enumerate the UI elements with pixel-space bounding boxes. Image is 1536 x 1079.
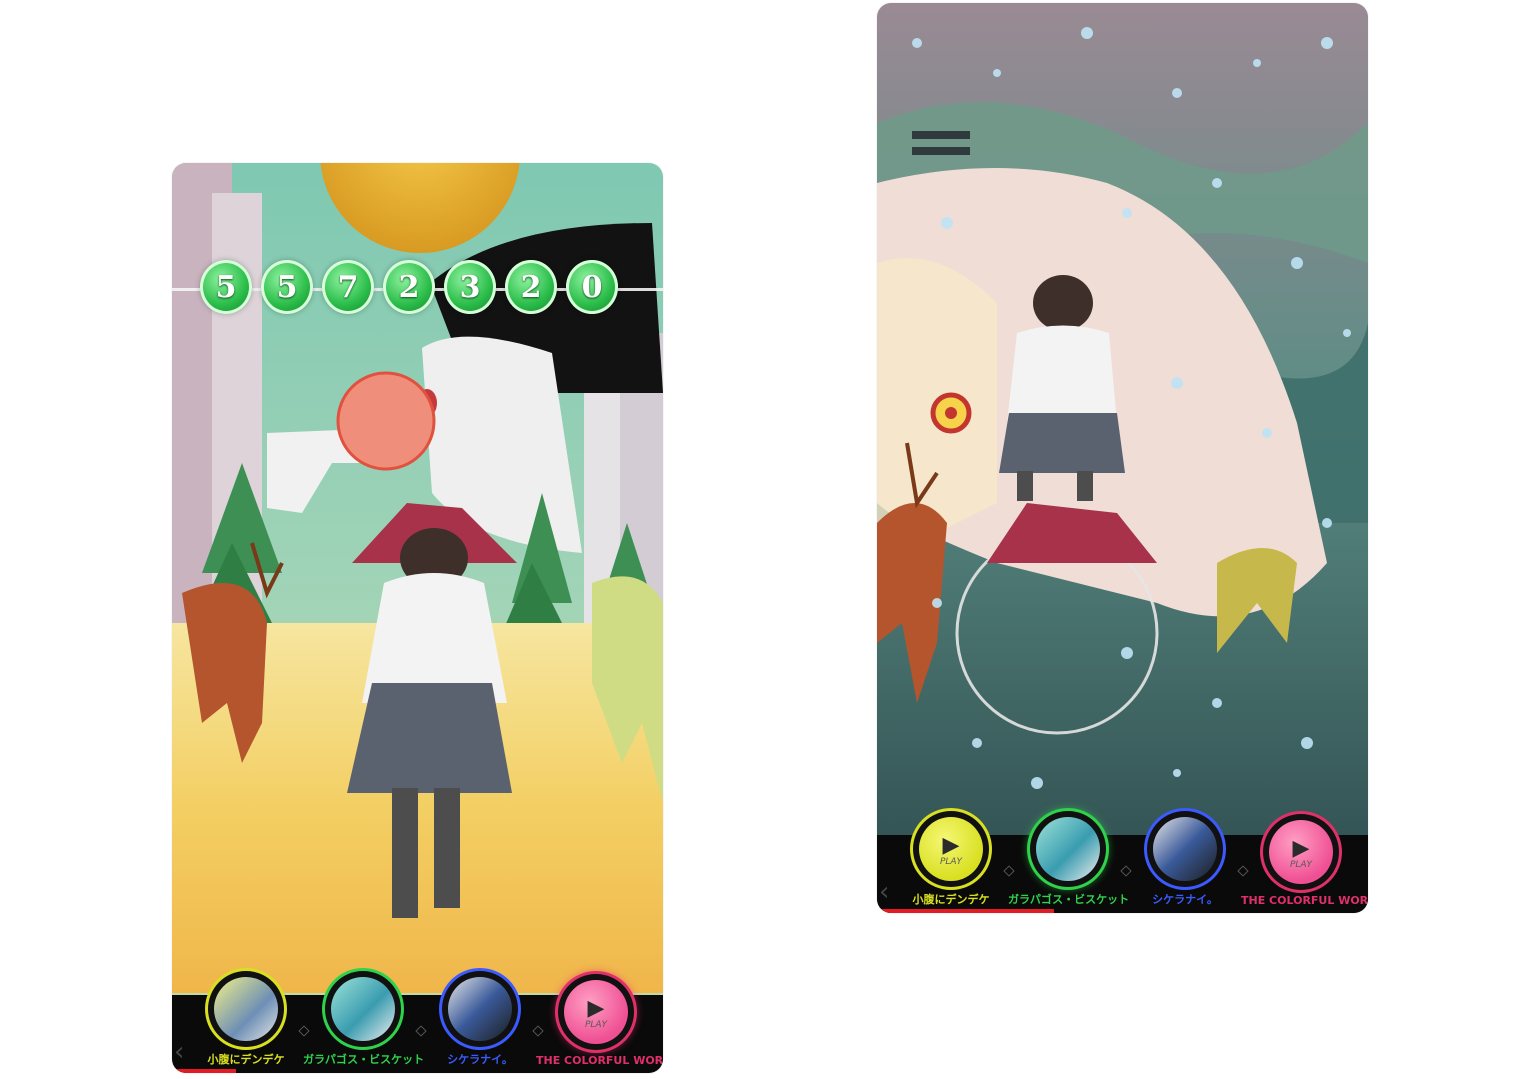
play-disc[interactable]: ▶ PLAY xyxy=(919,817,983,881)
play-icon: ▶ xyxy=(1292,836,1310,861)
track-label: 小腹にデンデケ xyxy=(912,893,990,906)
score-digit: 2 xyxy=(505,260,557,314)
track-disc[interactable] xyxy=(208,971,284,1047)
track-label: ガラパゴス・ビスケット xyxy=(303,1053,425,1066)
game-screen-left: 5 5 7 2 3 2 0 ‹ 小腹にデンデケ ガラパゴス・ビスケット シケラナ… xyxy=(172,163,663,1073)
track-thumbnail-image xyxy=(331,977,395,1041)
track-disc[interactable] xyxy=(442,971,518,1047)
score-digit: 2 xyxy=(383,260,435,314)
play-disc[interactable]: ▶ PLAY xyxy=(1269,820,1333,884)
track-item-colorful-world[interactable]: ▶ PLAY THE COLORFUL WORLD xyxy=(1241,814,1368,907)
track-selector-bar: ‹ 小腹にデンデケ ガラパゴス・ビスケット シケラナイ。 ▶ PLAY THE … xyxy=(172,971,663,1073)
track-thumbnail-image xyxy=(1153,817,1217,881)
track-label: THE COLORFUL WORLD xyxy=(1241,894,1368,907)
track-item-colorful-world[interactable]: ▶ PLAY THE COLORFUL WORLD xyxy=(536,974,663,1067)
score-digit: 5 xyxy=(200,260,252,314)
track-label: シケラナイ。 xyxy=(447,1053,513,1066)
play-icon: ▶ xyxy=(942,833,960,858)
track-label: THE COLORFUL WORLD xyxy=(536,1054,663,1067)
play-label: PLAY xyxy=(584,1020,608,1030)
play-button[interactable]: ▶ PLAY xyxy=(913,811,989,887)
play-button[interactable]: ▶ PLAY xyxy=(1263,814,1339,890)
track-item-galapagos[interactable]: ガラパゴス・ビスケット xyxy=(303,971,425,1067)
track-thumbnail-image xyxy=(1036,817,1100,881)
track-item-shikeranai[interactable]: シケラナイ。 xyxy=(1125,811,1245,907)
track-label: シケラナイ。 xyxy=(1152,893,1218,906)
track-item-shikeranai[interactable]: シケラナイ。 xyxy=(420,971,540,1067)
score-digit: 5 xyxy=(261,260,313,314)
playback-progress xyxy=(877,909,1054,913)
track-thumbnail-image xyxy=(214,977,278,1041)
track-item-galapagos[interactable]: ガラパゴス・ビスケット xyxy=(1008,811,1130,907)
score-digits: 5 5 7 2 3 2 0 xyxy=(200,260,618,314)
game-scene-illustration xyxy=(877,3,1368,913)
game-screen-right: ‹ ▶ PLAY 小腹にデンデケ ガラパゴス・ビスケット シケラナイ。 ▶ PL… xyxy=(877,3,1368,913)
score-digit: 7 xyxy=(322,260,374,314)
track-item-kobara[interactable]: 小腹にデンデケ xyxy=(186,971,306,1067)
score-digit: 0 xyxy=(566,260,618,314)
chevron-left-icon[interactable]: ‹ xyxy=(174,1039,184,1065)
play-label: PLAY xyxy=(939,857,963,867)
chevron-left-icon[interactable]: ‹ xyxy=(879,879,889,905)
play-disc[interactable]: ▶ PLAY xyxy=(564,980,628,1044)
playback-progress xyxy=(172,1069,236,1073)
track-disc[interactable] xyxy=(325,971,401,1047)
track-item-kobara[interactable]: ▶ PLAY 小腹にデンデケ xyxy=(891,811,1011,907)
score-counter: 5 5 7 2 3 2 0 xyxy=(172,260,663,316)
play-label: PLAY xyxy=(1289,860,1313,870)
track-disc[interactable] xyxy=(1147,811,1223,887)
score-digit: 3 xyxy=(444,260,496,314)
track-thumbnail-image xyxy=(448,977,512,1041)
track-label: ガラパゴス・ビスケット xyxy=(1008,893,1130,906)
track-selector-bar: ‹ ▶ PLAY 小腹にデンデケ ガラパゴス・ビスケット シケラナイ。 ▶ PL… xyxy=(877,811,1368,913)
track-disc[interactable] xyxy=(1030,811,1106,887)
track-label: 小腹にデンデケ xyxy=(207,1053,285,1066)
play-button[interactable]: ▶ PLAY xyxy=(558,974,634,1050)
play-icon: ▶ xyxy=(587,996,605,1021)
